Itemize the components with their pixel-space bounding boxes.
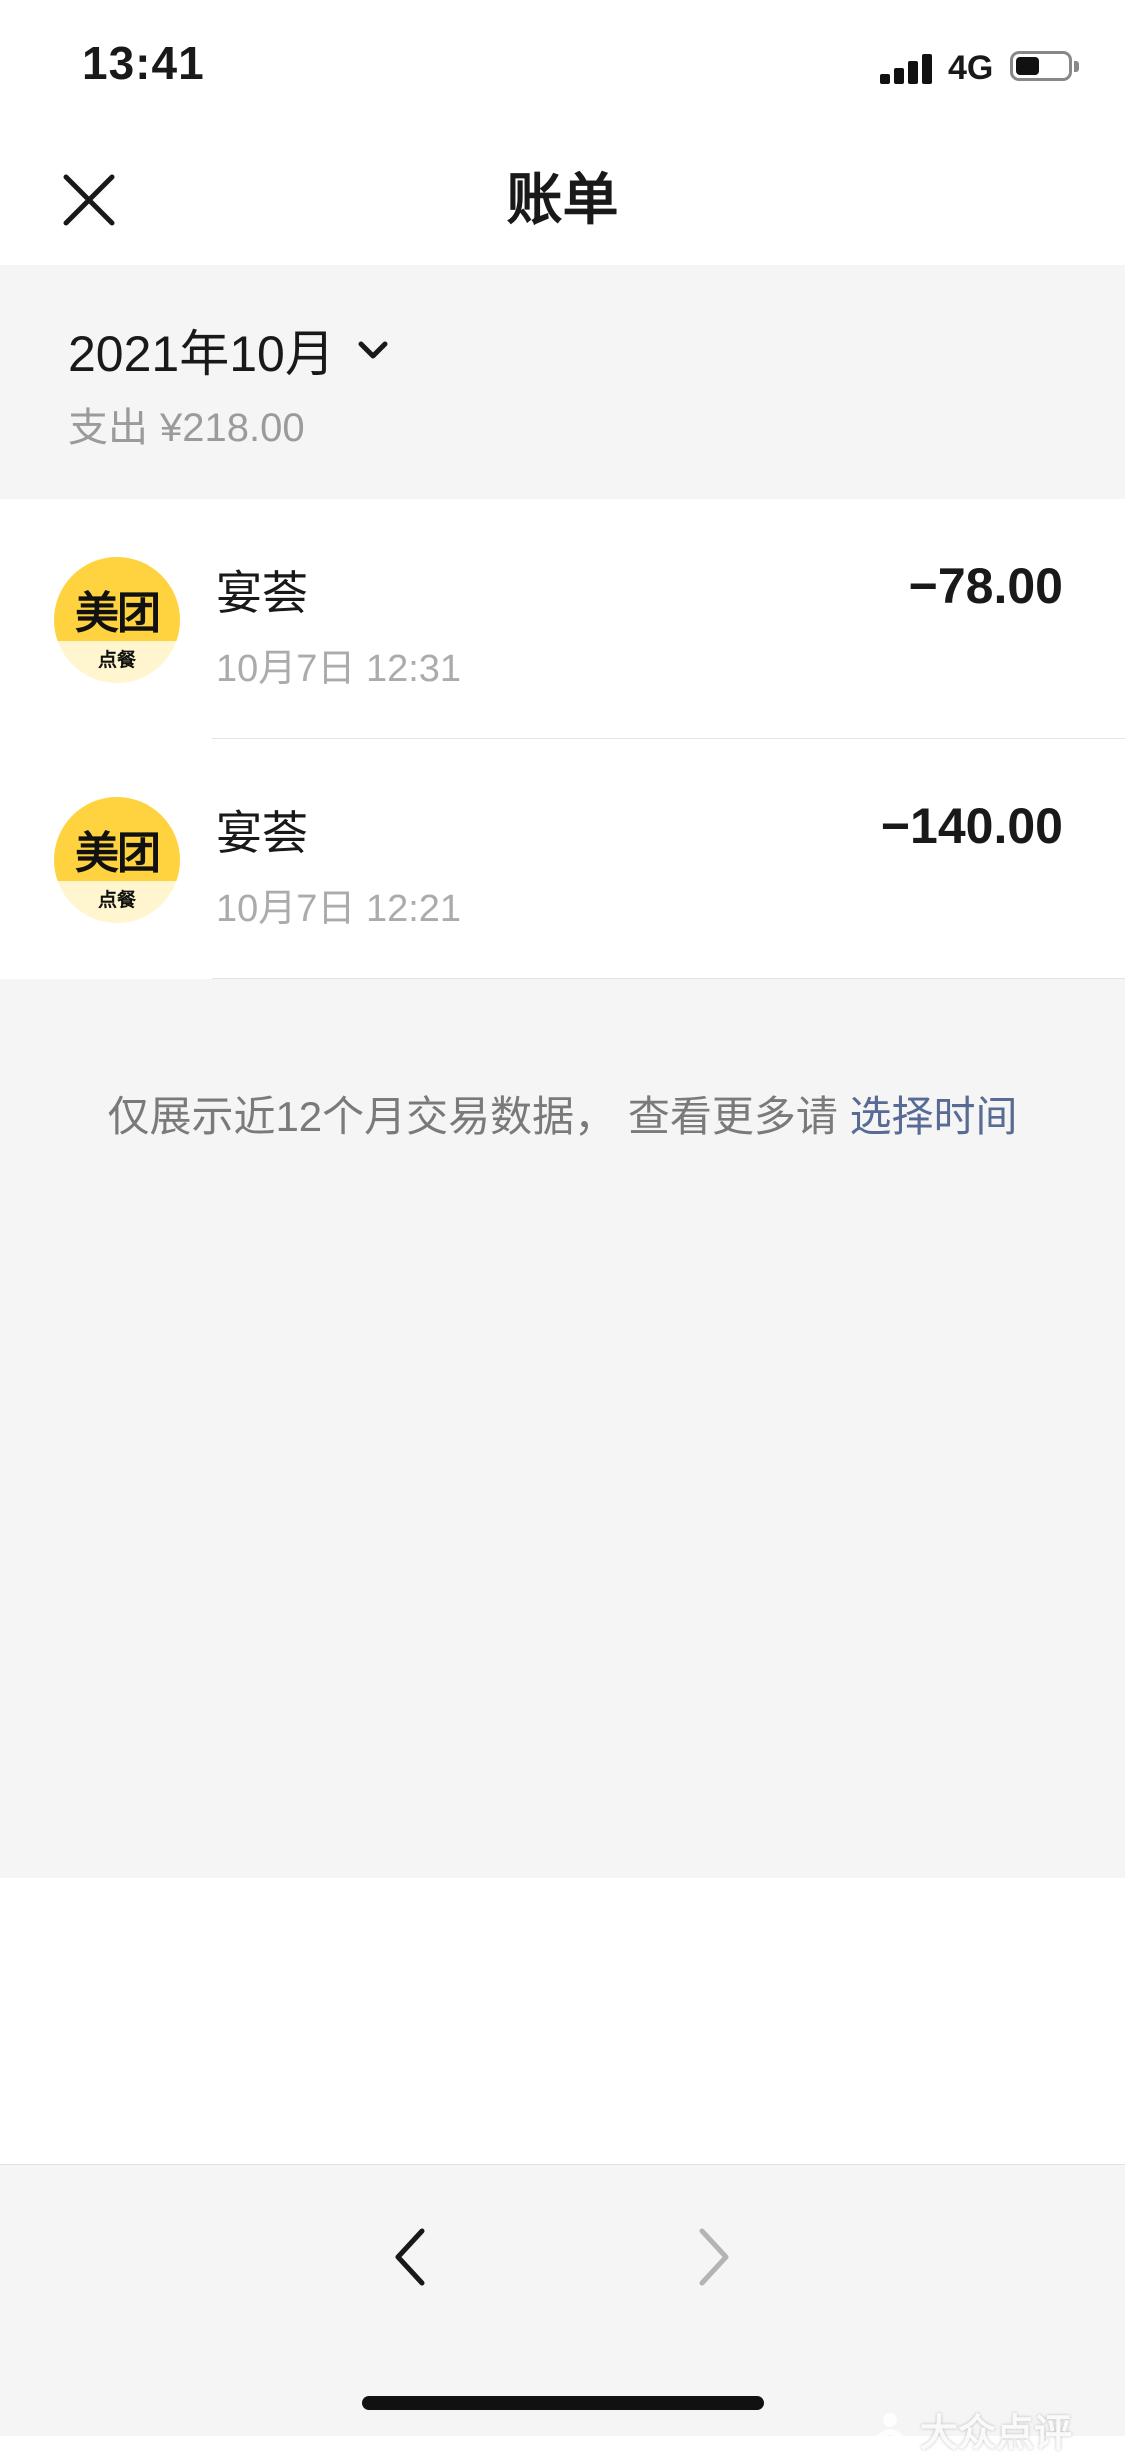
meituan-logo: 美团 点餐: [54, 557, 180, 683]
transaction-amount: −140.00: [880, 798, 1063, 854]
transaction-list: 美团 点餐 宴荟 10月7日 12:31 −78.00 美团 点餐 宴荟 10月…: [0, 499, 1125, 979]
footer-note-area: 仅展示近12个月交易数据， 查看更多请 选择时间: [0, 979, 1125, 1878]
transaction-time: 10月7日 12:31: [216, 648, 462, 690]
logo-sub-text: 点餐: [97, 890, 136, 911]
chevron-down-icon: [358, 341, 388, 359]
transaction-row[interactable]: 美团 点餐 宴荟 10月7日 12:21 −140.00: [0, 739, 1125, 979]
close-button[interactable]: [52, 163, 126, 237]
close-icon: [63, 174, 115, 226]
select-time-link[interactable]: 选择时间: [850, 1093, 1018, 1140]
transaction-row[interactable]: 美团 点餐 宴荟 10月7日 12:31 −78.00: [0, 499, 1125, 739]
merchant-name: 宴荟: [216, 567, 308, 619]
expense-label: 支出: [68, 406, 148, 450]
logo-brand-text: 美团: [75, 589, 161, 638]
footer-note-text: 仅展示近12个月交易数据， 查看更多请: [107, 1093, 838, 1140]
expense-amount: ¥218.00: [160, 406, 305, 450]
signal-icon: [880, 54, 934, 84]
merchant-name: 宴荟: [216, 807, 308, 859]
footer-note: 仅展示近12个月交易数据， 查看更多请 选择时间: [0, 1083, 1125, 1144]
logo-brand-text: 美团: [75, 829, 161, 878]
watermark-text: 大众点评: [920, 2413, 1073, 2455]
month-selector[interactable]: 2021年10月: [68, 317, 393, 383]
transaction-time: 10月7日 12:21: [216, 888, 462, 930]
page-title: 账单: [506, 168, 619, 231]
expense-summary: 支出 ¥218.00: [68, 395, 305, 453]
nav-bar: 账单: [0, 135, 1125, 265]
battery-tip: [1074, 61, 1079, 72]
battery-level: [1016, 57, 1039, 75]
watermark: 大众点评: [868, 2402, 1072, 2457]
status-time: 13:41: [82, 37, 205, 89]
chevron-right-icon: [699, 2228, 729, 2286]
home-indicator[interactable]: [362, 2396, 764, 2410]
dianping-logo-icon: [869, 2412, 911, 2450]
forward-button[interactable]: [684, 2217, 744, 2297]
battery-icon: [1010, 51, 1072, 81]
meituan-logo: 美团 点餐: [54, 797, 180, 923]
logo-sub-text: 点餐: [97, 650, 136, 671]
network-label: 4G: [948, 49, 994, 87]
transaction-amount: −78.00: [908, 558, 1063, 614]
back-button[interactable]: [380, 2217, 440, 2297]
month-header: 2021年10月 支出 ¥218.00: [0, 265, 1125, 499]
chevron-left-icon: [395, 2228, 425, 2286]
status-bar: 13:41 4G: [0, 0, 1125, 135]
month-label: 2021年10月: [68, 326, 335, 382]
